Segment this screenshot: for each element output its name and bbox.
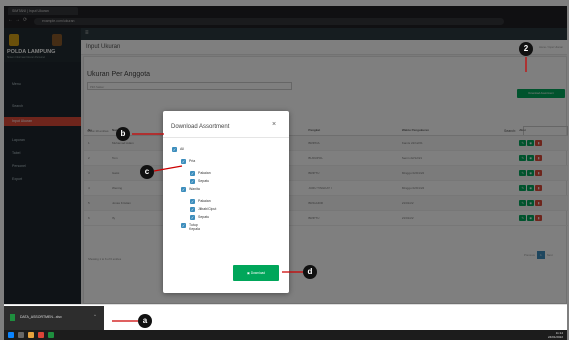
callout-c: c xyxy=(140,165,154,179)
arrow-c xyxy=(153,165,183,172)
callout-arrows xyxy=(112,57,527,322)
callout-a: a xyxy=(138,314,152,328)
callout-b: b xyxy=(116,127,130,141)
callout-2: 2 xyxy=(519,42,533,56)
callout-d: d xyxy=(303,265,317,279)
